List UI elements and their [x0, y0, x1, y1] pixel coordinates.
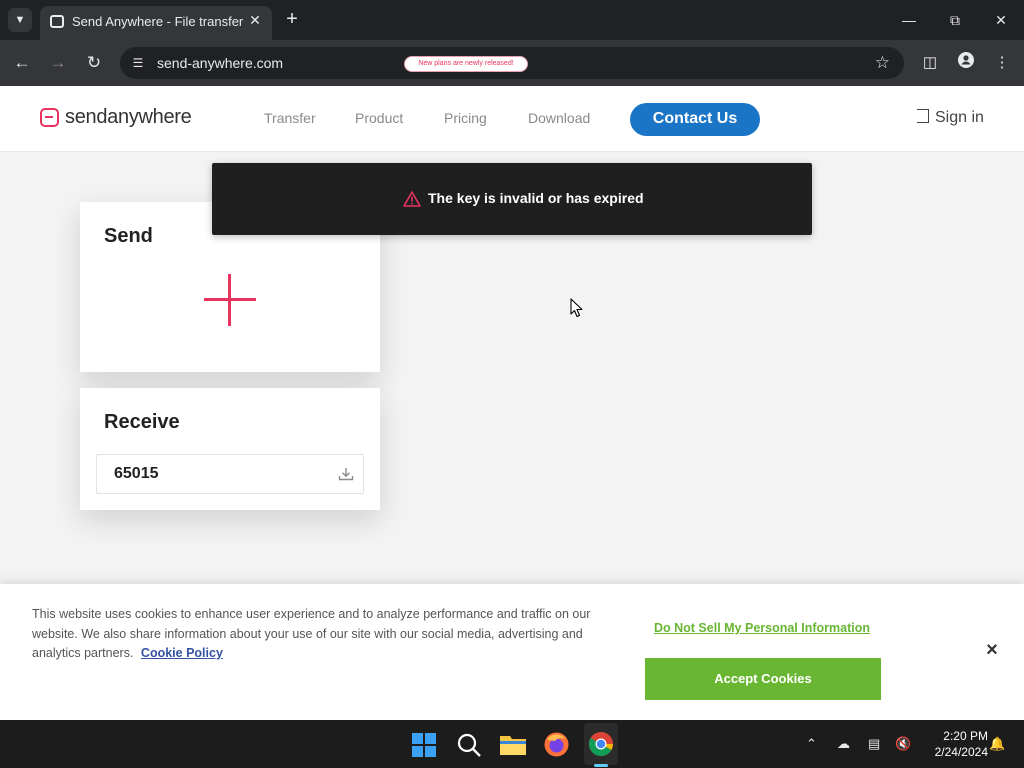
logo-chat-icon	[40, 108, 59, 127]
notification-bell-icon[interactable]: 🔔	[989, 736, 1005, 752]
send-title: Send	[104, 225, 153, 247]
cookie-policy-link[interactable]: Cookie Policy	[141, 646, 223, 660]
mouse-cursor-icon	[570, 298, 583, 318]
url-text[interactable]: send-anywhere.com	[157, 55, 283, 71]
cookie-text: This website uses cookies to enhance use…	[32, 607, 591, 660]
browser-tab-bar: ▼ Send Anywhere - File transfer ✕ + — ⧉ …	[0, 0, 1024, 40]
cookie-message: This website uses cookies to enhance use…	[32, 605, 622, 664]
taskbar-clock[interactable]: 2:20 PM 2/24/2024	[918, 728, 988, 760]
cookie-close-icon[interactable]: ×	[982, 640, 1002, 660]
firefox-icon[interactable]	[543, 731, 570, 758]
onedrive-cloud-icon[interactable]: ☁	[837, 736, 850, 752]
nav-download[interactable]: Download	[528, 110, 590, 126]
restore-icon[interactable]: ⧉	[940, 6, 970, 34]
windows-taskbar: ⌃ ☁ ▤ 🔇 2:20 PM 2/24/2024 🔔	[0, 720, 1024, 768]
file-explorer-icon[interactable]	[499, 732, 527, 756]
minimize-icon[interactable]: —	[894, 6, 924, 34]
search-icon[interactable]	[456, 732, 482, 758]
sign-in-icon	[917, 109, 929, 123]
side-panel-icon[interactable]: ◫	[919, 52, 941, 74]
accept-cookies-button[interactable]: Accept Cookies	[645, 658, 881, 700]
network-icon[interactable]: ▤	[868, 736, 880, 752]
logo-text: sendanywhere	[65, 106, 192, 128]
clock-date: 2/24/2024	[934, 745, 988, 759]
nav-product[interactable]: Product	[355, 110, 403, 126]
kebab-menu-icon[interactable]: ⋮	[991, 52, 1013, 74]
sign-in-label: Sign in	[935, 109, 984, 126]
chrome-icon[interactable]	[588, 731, 614, 757]
toast-message: The key is invalid or has expired	[428, 190, 644, 206]
browser-tab[interactable]: Send Anywhere - File transfer ✕	[40, 6, 272, 40]
tab-title: Send Anywhere - File transfer	[72, 14, 244, 29]
site-header: sendanywhere Transfer Product Pricing Do…	[0, 86, 1024, 152]
tab-close-icon[interactable]: ✕	[246, 11, 264, 29]
clock-time: 2:20 PM	[943, 729, 988, 743]
warning-icon	[403, 191, 421, 207]
nav-pricing[interactable]: Pricing	[444, 110, 487, 126]
cookie-banner: This website uses cookies to enhance use…	[0, 584, 1024, 720]
do-not-sell-link[interactable]: Do Not Sell My Personal Information	[654, 621, 870, 635]
download-icon[interactable]	[338, 467, 354, 481]
new-plans-badge[interactable]: New plans are newly released!	[404, 56, 528, 72]
new-tab-plus-icon[interactable]: +	[282, 8, 302, 32]
receive-key-input[interactable]	[96, 454, 364, 494]
site-info-tune-icon[interactable]: ☰	[130, 55, 146, 71]
receive-card: Receive	[80, 388, 380, 510]
windows-start-icon[interactable]	[411, 732, 437, 758]
favicon-icon	[50, 15, 64, 28]
tray-chevron-up-icon[interactable]: ⌃	[806, 736, 817, 752]
back-arrow-icon[interactable]: ←	[11, 52, 33, 74]
profile-icon[interactable]	[955, 52, 977, 74]
bookmark-star-icon[interactable]: ☆	[875, 53, 890, 73]
sign-in-link[interactable]: Sign in	[917, 109, 984, 127]
forward-arrow-icon[interactable]: →	[47, 52, 69, 74]
reload-icon[interactable]: ↻	[83, 52, 105, 74]
volume-muted-icon[interactable]: 🔇	[895, 736, 911, 752]
tab-search-chevron-down-icon[interactable]: ▼	[8, 8, 32, 32]
nav-transfer[interactable]: Transfer	[264, 110, 316, 126]
receive-title: Receive	[104, 411, 180, 433]
contact-us-button[interactable]: Contact Us	[630, 103, 760, 136]
chrome-active-indicator	[594, 764, 608, 767]
error-toast: The key is invalid or has expired	[212, 163, 812, 235]
window-close-icon[interactable]: ✕	[986, 6, 1016, 34]
